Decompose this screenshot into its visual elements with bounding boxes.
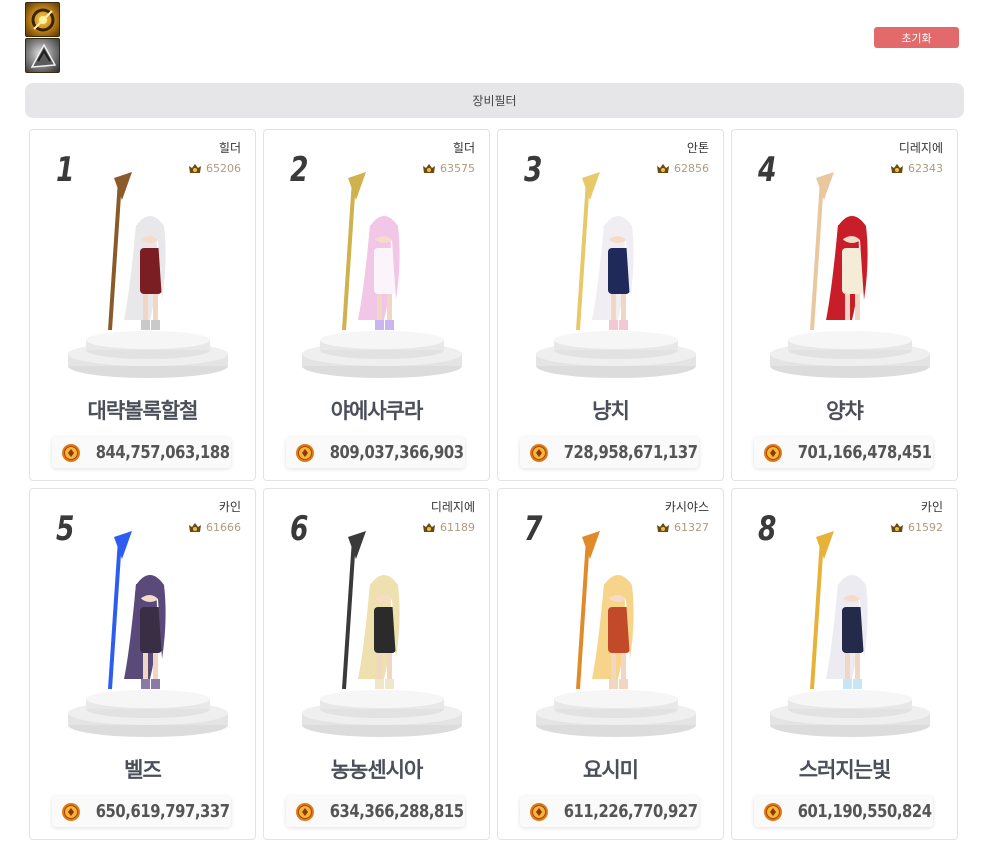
damage-box: 650,619,797,337	[52, 796, 231, 827]
damage-box: 728,958,671,137	[520, 437, 699, 468]
character-name[interactable]: 대략볼록할철	[30, 395, 255, 425]
damage-value: 611,226,770,927	[563, 801, 698, 822]
damage-value: 701,166,478,451	[797, 442, 932, 463]
reset-button[interactable]: 초기화	[874, 27, 959, 48]
gold-coin-icon	[530, 802, 548, 821]
character-sprite-icon	[108, 531, 166, 690]
gold-coin-icon	[530, 443, 548, 462]
character-sprite-icon	[576, 531, 634, 690]
damage-box: 844,757,063,188	[52, 437, 231, 468]
gray-item-icon[interactable]	[25, 38, 60, 73]
damage-value: 809,037,366,903	[329, 442, 464, 463]
damage-value: 728,958,671,137	[563, 442, 698, 463]
server-name: 디레지에	[898, 141, 943, 155]
character-sprite-icon	[108, 172, 166, 331]
ranking-card[interactable]: 6 디레지에 61189 농농센시아 634,366,288,815	[263, 488, 490, 840]
gold-coin-icon	[62, 443, 80, 462]
equipment-filter-label: 장비필터	[472, 94, 517, 108]
damage-value: 634,366,288,815	[329, 801, 464, 822]
ranking-card[interactable]: 1 힐더 65206 대략볼록할철 844,757,063,188	[29, 129, 256, 481]
damage-value: 844,757,063,188	[95, 442, 230, 463]
gold-coin-icon	[296, 802, 314, 821]
server-name: 디레지에	[430, 500, 475, 514]
character-name[interactable]: 양챠	[732, 395, 957, 425]
gold-coin-icon	[296, 443, 314, 462]
character-name[interactable]: 야에사쿠라	[264, 395, 489, 425]
damage-value: 650,619,797,337	[95, 801, 230, 822]
character-sprite-icon	[342, 172, 400, 331]
character-name[interactable]: 냥치	[498, 395, 723, 425]
server-name: 안톤	[686, 141, 709, 155]
equipment-filter-button[interactable]: 장비필터	[25, 83, 964, 118]
ranking-card[interactable]: 8 카인 61592 스러지는빛 601,190,550,824	[731, 488, 958, 840]
character-sprite-icon	[810, 172, 868, 331]
character-name[interactable]: 요시미	[498, 754, 723, 784]
character-name[interactable]: 벨즈	[30, 754, 255, 784]
character-name[interactable]: 농농센시아	[264, 754, 489, 784]
gold-coin-icon	[764, 443, 782, 462]
server-name: 카시야스	[664, 500, 709, 514]
damage-box: 601,190,550,824	[754, 796, 933, 827]
ranking-card[interactable]: 7 카시야스 61327 요시미 611,226,770,927	[497, 488, 724, 840]
server-name: 힐더	[218, 141, 241, 155]
server-name: 카인	[920, 500, 943, 514]
character-sprite-icon	[810, 531, 868, 690]
server-name: 카인	[218, 500, 241, 514]
damage-box: 634,366,288,815	[286, 796, 465, 827]
equipped-items	[25, 2, 60, 74]
damage-value: 601,190,550,824	[797, 801, 932, 822]
ranking-card[interactable]: 2 힐더 63575 야에사쿠라 809,037,366,903	[263, 129, 490, 481]
damage-box: 611,226,770,927	[520, 796, 699, 827]
ranking-card[interactable]: 4 디레지에 62343 양챠 701,166,478,451	[731, 129, 958, 481]
gold-coin-icon	[764, 802, 782, 821]
gold-mythic-item-icon[interactable]	[25, 2, 60, 37]
character-name[interactable]: 스러지는빛	[732, 754, 957, 784]
damage-box: 701,166,478,451	[754, 437, 933, 468]
character-sprite-icon	[576, 172, 634, 331]
ranking-card[interactable]: 3 안톤 62856 냥치 728,958,671,137	[497, 129, 724, 481]
damage-box: 809,037,366,903	[286, 437, 465, 468]
server-name: 힐더	[452, 141, 475, 155]
character-sprite-icon	[342, 531, 400, 690]
ranking-grid: 1 힐더 65206 대략볼록할철 844,757,063,188 2 힐더 6…	[29, 129, 960, 840]
gold-coin-icon	[62, 802, 80, 821]
ranking-card[interactable]: 5 카인 61666 벨즈 650,619,797,337	[29, 488, 256, 840]
